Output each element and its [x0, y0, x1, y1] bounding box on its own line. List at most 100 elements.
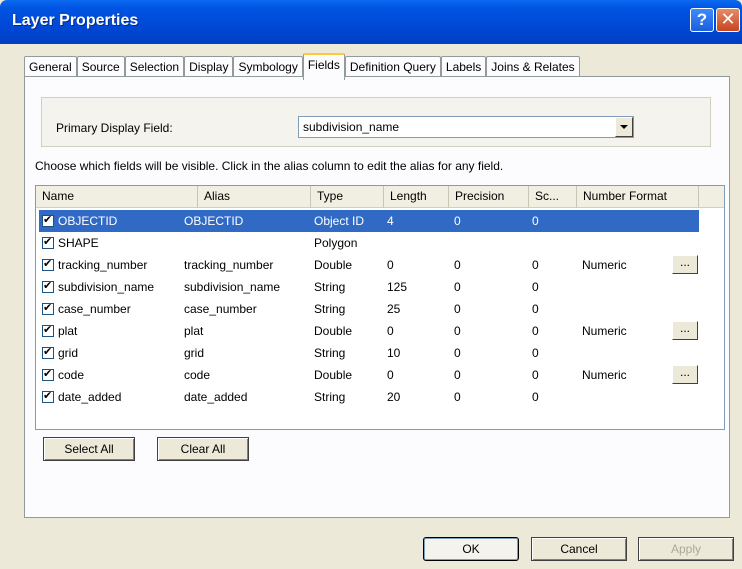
title-bar: Layer Properties ? ✕: [0, 0, 742, 44]
field-alias[interactable]: subdivision_name: [184, 280, 280, 294]
field-precision: 0: [454, 280, 461, 294]
field-length: 10: [387, 346, 401, 360]
tab-fields[interactable]: Fields: [302, 53, 345, 80]
table-row[interactable]: SHAPE Polygon: [36, 232, 724, 254]
field-scale: 0: [532, 390, 539, 404]
field-alias[interactable]: tracking_number: [184, 258, 273, 272]
field-alias[interactable]: code: [184, 368, 210, 382]
visible-checkbox[interactable]: [42, 257, 54, 271]
cancel-button[interactable]: Cancel: [531, 537, 627, 561]
table-row[interactable]: code code Double 0 0 0 Numeric...: [36, 364, 724, 386]
close-icon: ✕: [720, 9, 736, 29]
visible-checkbox[interactable]: [42, 279, 54, 293]
field-precision: 0: [454, 324, 461, 338]
tab-strip: General Source Selection Display Symbology Fi…: [24, 53, 580, 80]
field-type: Object ID: [314, 214, 365, 228]
table-row[interactable]: date_added date_added String 20 0 0: [36, 386, 724, 408]
field-scale: 0: [532, 302, 539, 316]
field-name: case_number: [58, 302, 131, 316]
field-type: Polygon: [314, 236, 358, 250]
field-scale: 0: [532, 280, 539, 294]
field-type: String: [314, 346, 346, 360]
field-name: tracking_number: [58, 258, 148, 272]
apply-button[interactable]: Apply: [638, 537, 734, 561]
field-type: Double: [314, 324, 353, 338]
field-name: date_added: [58, 390, 122, 404]
table-row[interactable]: tracking_number tracking_number Double 0 0 0 N…: [36, 254, 724, 276]
field-length: 0: [387, 258, 394, 272]
field-type: String: [314, 280, 346, 294]
help-button[interactable]: ?: [690, 8, 714, 32]
field-scale: 0: [532, 214, 539, 228]
table-row[interactable]: plat plat Double 0 0 0 Numeric...: [36, 320, 724, 342]
field-type: Double: [314, 258, 353, 272]
primary-display-group: Primary Display Field: subdivision_name: [41, 97, 711, 147]
field-length: 25: [387, 302, 401, 316]
help-icon: ?: [696, 10, 708, 29]
number-format-button[interactable]: ...: [672, 255, 698, 274]
table-row[interactable]: subdivision_name subdivision_name String 12…: [36, 276, 724, 298]
visible-checkbox[interactable]: [42, 389, 54, 403]
visible-checkbox[interactable]: [42, 235, 54, 249]
field-length: 0: [387, 324, 394, 338]
field-length: 20: [387, 390, 401, 404]
clear-all-button[interactable]: Clear All: [157, 437, 249, 461]
primary-display-dropdown[interactable]: subdivision_name: [298, 116, 634, 138]
column-header[interactable]: Alias: [198, 186, 311, 208]
column-header[interactable]: Length: [384, 186, 449, 208]
field-precision: 0: [454, 258, 461, 272]
visible-checkbox[interactable]: [42, 213, 54, 227]
field-alias[interactable]: date_added: [184, 390, 247, 404]
instruction-text: Choose which fields will be visible. Cli…: [35, 159, 504, 173]
column-header[interactable]: Sc...: [529, 186, 577, 208]
visible-checkbox[interactable]: [42, 301, 54, 315]
field-format: Numeric: [582, 324, 627, 338]
primary-display-label: Primary Display Field:: [56, 121, 173, 135]
ok-button[interactable]: OK: [423, 537, 519, 561]
fields-list[interactable]: Name Alias Type Length Precision Sc... Number …: [35, 185, 725, 430]
field-precision: 0: [454, 302, 461, 316]
field-type: String: [314, 302, 346, 316]
table-row[interactable]: OBJECTID OBJECTID Object ID 4 0 0: [39, 210, 699, 232]
number-format-button[interactable]: ...: [672, 321, 698, 340]
visible-checkbox[interactable]: [42, 367, 54, 381]
field-name: code: [58, 368, 85, 382]
fields-list-header: Name Alias Type Length Precision Sc... Number …: [36, 186, 724, 208]
number-format-button[interactable]: ...: [672, 365, 698, 384]
column-header[interactable]: Type: [311, 186, 384, 208]
column-header[interactable]: Number Format: [577, 186, 699, 208]
field-length: 125: [387, 280, 408, 294]
field-alias[interactable]: OBJECTID: [184, 214, 243, 228]
table-row[interactable]: case_number case_number String 25 0 0: [36, 298, 724, 320]
table-row[interactable]: grid grid String 10 0 0: [36, 342, 724, 364]
field-precision: 0: [454, 368, 461, 382]
close-button[interactable]: ✕: [716, 8, 740, 32]
field-format: Numeric: [582, 368, 627, 382]
field-precision: 0: [454, 346, 461, 360]
field-type: String: [314, 390, 346, 404]
field-name: plat: [58, 324, 78, 338]
fields-tab-panel: Primary Display Field: subdivision_name …: [24, 76, 730, 518]
visible-checkbox[interactable]: [42, 345, 54, 359]
field-scale: 0: [532, 346, 539, 360]
field-alias[interactable]: case_number: [184, 302, 257, 316]
chevron-down-icon[interactable]: [615, 117, 633, 137]
field-name: subdivision_name: [58, 280, 155, 294]
field-length: 0: [387, 368, 394, 382]
visible-checkbox[interactable]: [42, 323, 54, 337]
field-name: OBJECTID: [58, 214, 118, 228]
field-precision: 0: [454, 214, 461, 228]
field-type: Double: [314, 368, 353, 382]
field-alias[interactable]: plat: [184, 324, 203, 338]
field-alias[interactable]: grid: [184, 346, 204, 360]
primary-display-value: subdivision_name: [303, 120, 400, 134]
column-header[interactable]: Name: [36, 186, 198, 208]
field-scale: 0: [532, 258, 539, 272]
field-format: Numeric: [582, 258, 627, 272]
field-scale: 0: [532, 368, 539, 382]
column-header[interactable]: Precision: [449, 186, 529, 208]
field-name: grid: [58, 346, 79, 360]
select-all-button[interactable]: Select All: [43, 437, 135, 461]
field-name: SHAPE: [58, 236, 99, 250]
field-precision: 0: [454, 390, 461, 404]
